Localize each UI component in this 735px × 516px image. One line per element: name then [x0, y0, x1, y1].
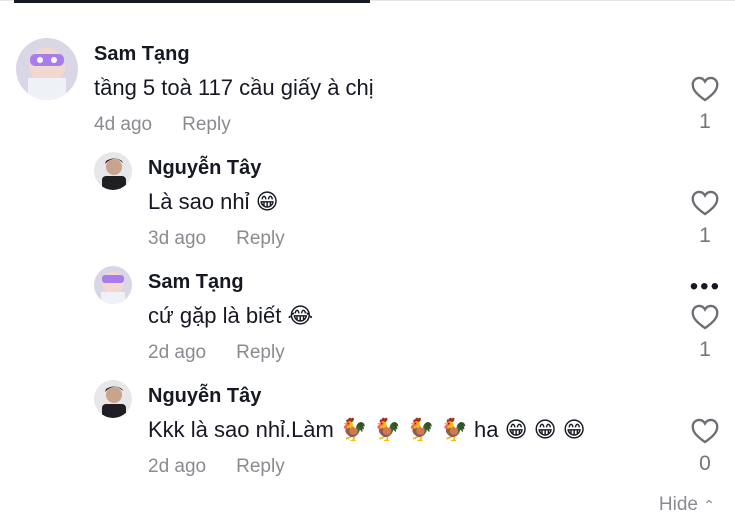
chevron-up-icon: ⌃	[703, 497, 715, 513]
comment-username[interactable]: Nguyễn Tây	[148, 157, 261, 180]
like-control[interactable]: 1	[685, 190, 725, 248]
heart-outline-icon[interactable]	[691, 190, 719, 216]
avatar[interactable]	[94, 380, 132, 418]
reply-button[interactable]: Reply	[236, 456, 285, 477]
comment-timestamp: 2d ago	[148, 456, 207, 477]
comment-timestamp: 3d ago	[148, 228, 207, 249]
heart-outline-icon[interactable]	[691, 418, 719, 444]
comment-username[interactable]: Sam Tạng	[148, 271, 244, 294]
comment-meta: 2d ago Reply	[148, 456, 285, 478]
like-count: 1	[699, 338, 711, 361]
comment-meta: 3d ago Reply	[148, 228, 285, 250]
heart-outline-icon[interactable]	[691, 76, 719, 102]
like-count: 1	[699, 110, 711, 133]
active-tab-indicator	[14, 0, 370, 3]
like-control[interactable]: 1	[685, 304, 725, 362]
comment-username[interactable]: Nguyễn Tây	[148, 385, 261, 408]
hide-label: Hide	[658, 494, 698, 515]
comment-timestamp: 2d ago	[148, 342, 207, 363]
like-control[interactable]: 1	[685, 76, 725, 134]
comment-username[interactable]: Sam Tạng	[94, 43, 190, 66]
avatar[interactable]	[94, 152, 132, 190]
reply-button[interactable]: Reply	[236, 228, 285, 249]
like-count: 0	[699, 452, 711, 475]
comment-meta: 4d ago Reply	[94, 114, 231, 136]
avatar[interactable]	[16, 38, 78, 100]
comment-meta: 2d ago Reply	[148, 342, 285, 364]
reply-button[interactable]: Reply	[236, 342, 285, 363]
like-count: 1	[699, 224, 711, 247]
heart-outline-icon[interactable]	[691, 304, 719, 330]
reply-button[interactable]: Reply	[182, 114, 231, 135]
more-options-icon[interactable]: •••	[690, 275, 721, 299]
like-control[interactable]: 0	[685, 418, 725, 476]
comment-text: Kkk là sao nhỉ.Làm 🐓 🐓 🐓 🐓 ha 😁 😁 😁	[148, 417, 586, 442]
comment-text: Là sao nhỉ 😁	[148, 189, 279, 214]
comment-text: cứ gặp là biết 😂	[148, 303, 314, 328]
comment-text: tầng 5 toà 117 cầu giấy à chị	[94, 75, 374, 100]
comment-timestamp: 4d ago	[94, 114, 153, 135]
hide-replies-button[interactable]: Hide ⌃	[659, 494, 715, 516]
avatar[interactable]	[94, 266, 132, 304]
